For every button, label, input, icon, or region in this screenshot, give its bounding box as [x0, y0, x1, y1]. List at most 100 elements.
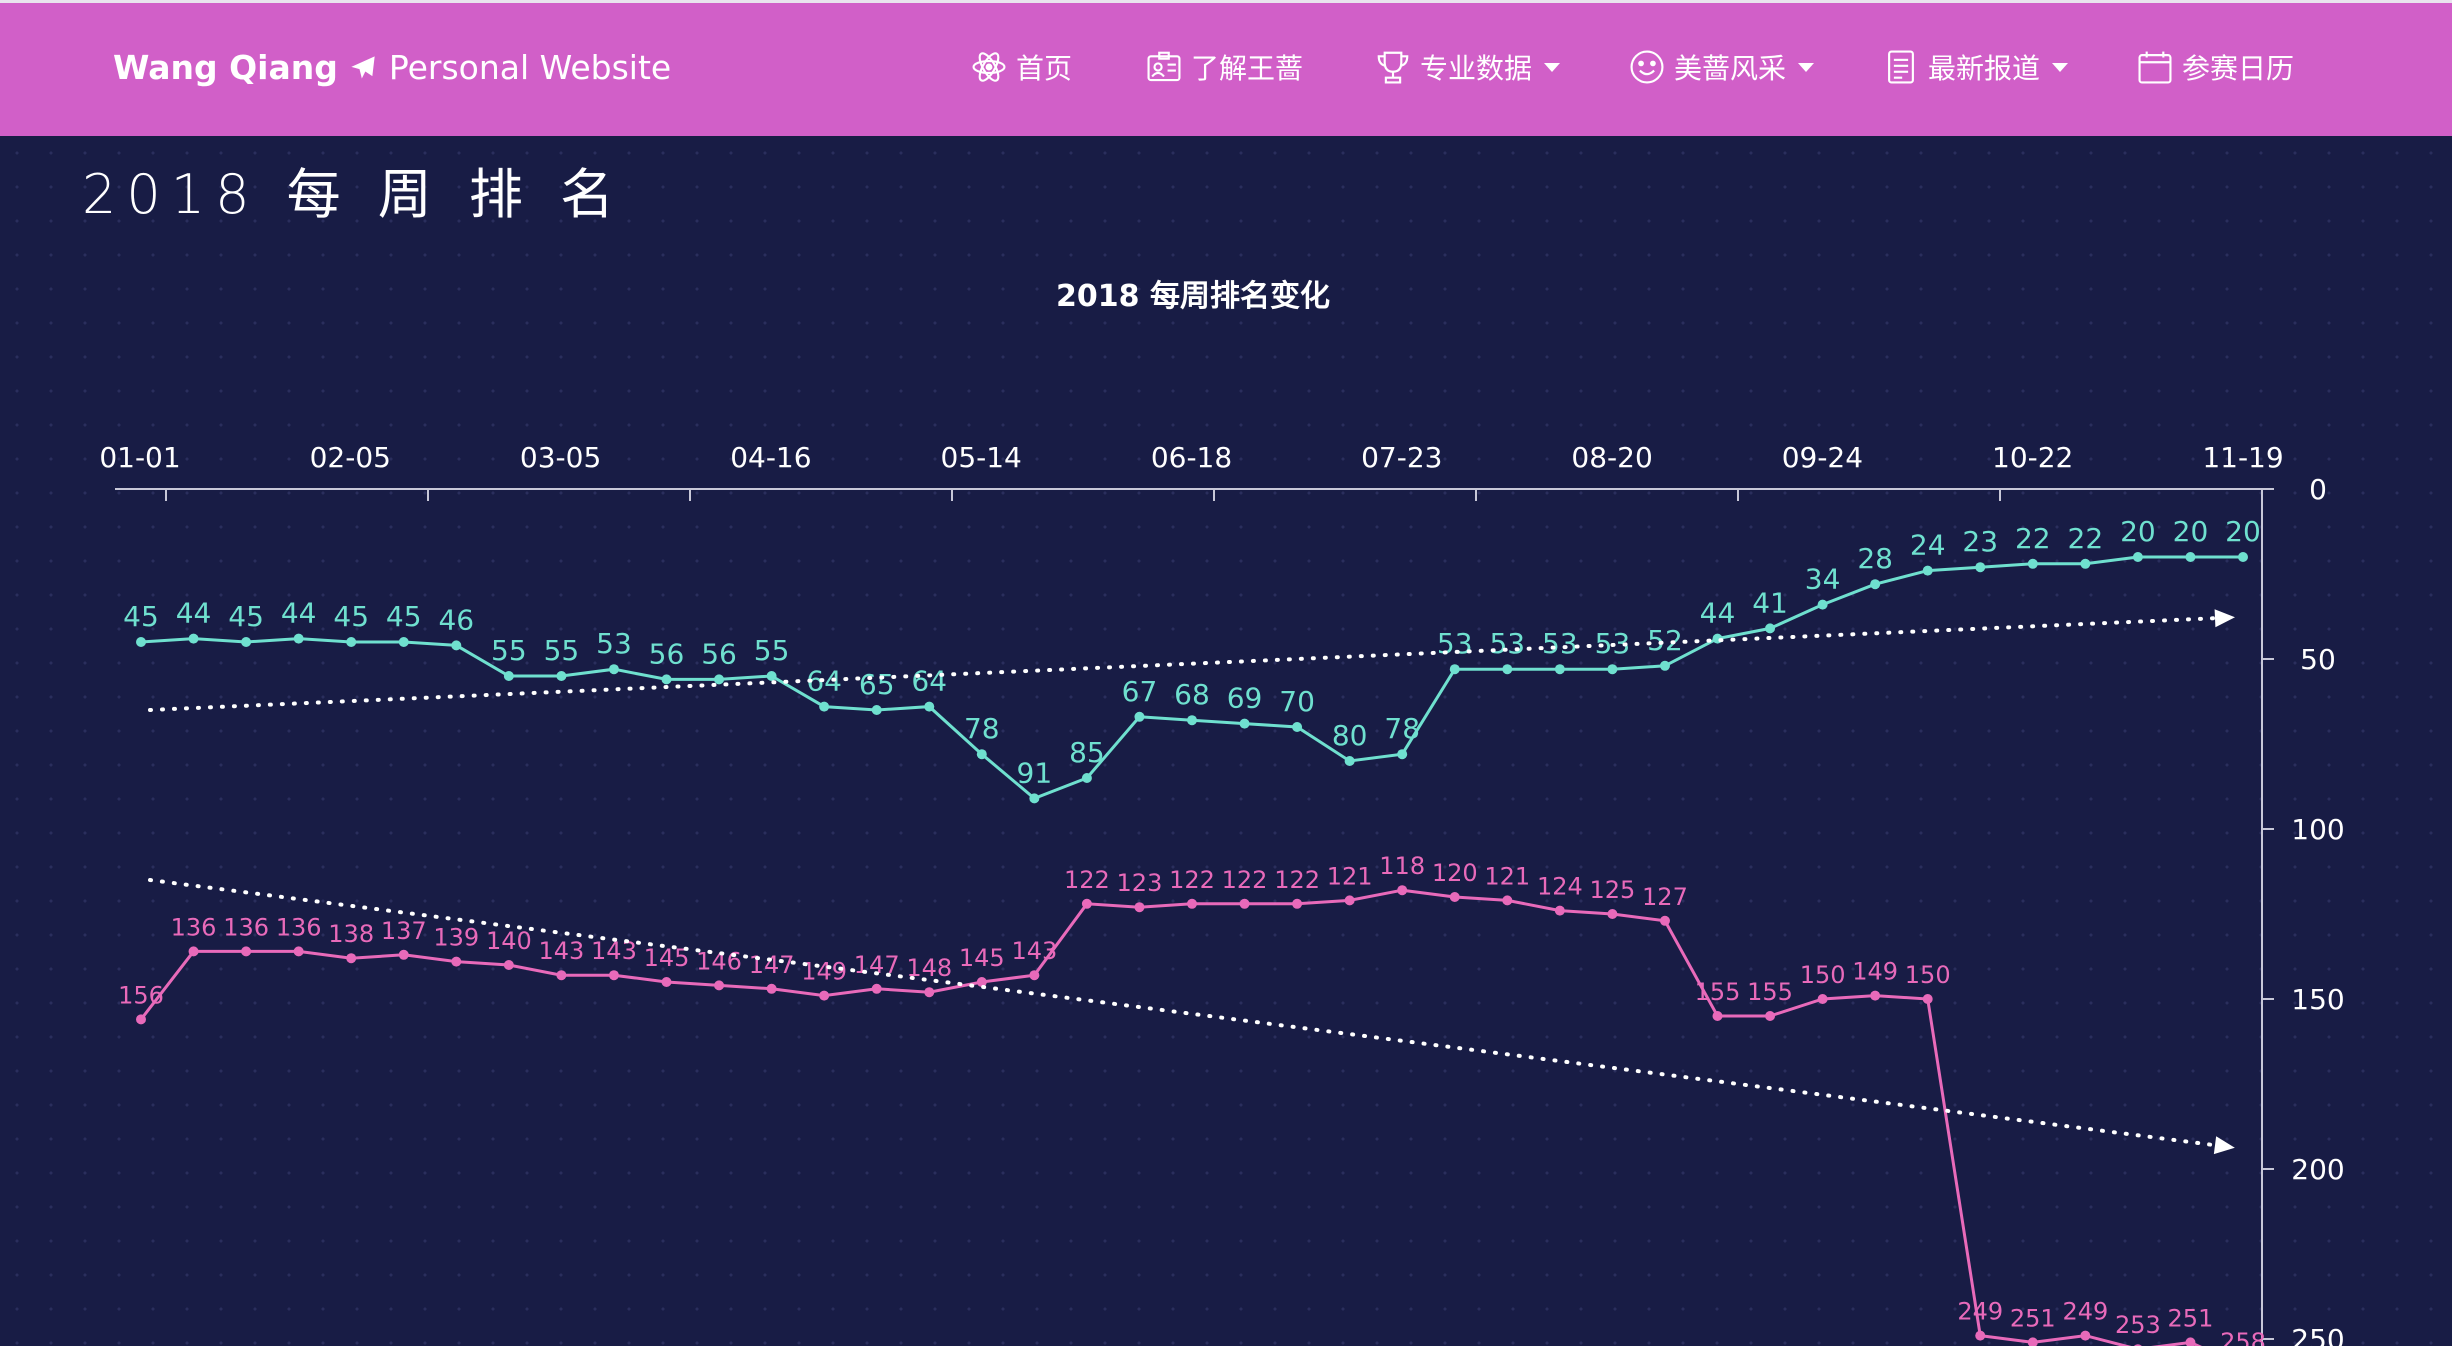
data-label: 41	[1752, 586, 1788, 619]
ranking-chart: 2018 每周排名变化 01-01 02-05 03-05 04-16 05-14 06-1…	[99, 279, 2345, 1346]
data-label: 121	[1327, 862, 1373, 890]
data-point	[2185, 1337, 2196, 1346]
data-point	[556, 671, 567, 681]
data-point	[1659, 660, 1670, 671]
data-label: 124	[1537, 873, 1583, 901]
data-label: 91	[1017, 756, 1053, 789]
data-label: 53	[1489, 627, 1525, 660]
data-point	[2027, 1337, 2038, 1346]
x-tick-label: 03-05	[520, 441, 601, 474]
data-point	[1765, 623, 1776, 634]
data-label: 253	[2115, 1311, 2161, 1339]
data-point	[1029, 793, 1040, 804]
data-label: 56	[701, 637, 737, 670]
data-label: 121	[1484, 862, 1530, 890]
data-point	[2185, 552, 2196, 562]
data-point	[346, 953, 357, 964]
trend-arrow-icon	[2213, 1136, 2235, 1155]
data-label: 143	[1011, 937, 1057, 965]
data-label: 149	[801, 958, 847, 986]
data-label: 122	[1274, 866, 1320, 894]
data-point	[766, 671, 777, 681]
data-point	[241, 946, 252, 957]
data-label: 69	[1227, 682, 1263, 715]
y-tick-label: 150	[2291, 983, 2344, 1016]
data-point	[2027, 558, 2038, 569]
data-label: 67	[1122, 675, 1158, 708]
data-label: 147	[749, 951, 795, 979]
data-point	[1659, 915, 1670, 926]
data-point	[1975, 562, 1986, 573]
trend-line	[148, 878, 2217, 1148]
data-label: 145	[959, 944, 1005, 972]
data-point	[503, 671, 514, 681]
data-label: 22	[2015, 522, 2051, 555]
data-point	[1502, 664, 1513, 675]
data-point	[608, 970, 619, 981]
y-tick-label: 250	[2291, 1323, 2344, 1346]
data-point	[2080, 558, 2091, 569]
data-point	[661, 674, 672, 685]
data-point	[1870, 579, 1881, 590]
data-label: 85	[1069, 736, 1105, 769]
data-label: 122	[1222, 866, 1268, 894]
data-label: 138	[328, 920, 374, 948]
data-point	[503, 960, 514, 970]
data-label: 24	[1910, 529, 1946, 562]
data-point	[188, 633, 199, 644]
data-label: 45	[228, 600, 264, 633]
data-label: 20	[2120, 515, 2156, 548]
data-point	[1397, 749, 1408, 760]
x-tick-label: 05-14	[941, 441, 1022, 474]
data-label: 146	[696, 947, 742, 975]
data-label: 149	[1852, 958, 1898, 986]
data-point	[1449, 664, 1460, 675]
data-point	[1081, 898, 1092, 909]
x-tick-label: 02-05	[310, 441, 391, 474]
data-label: 122	[1169, 866, 1215, 894]
data-point	[1239, 718, 1250, 729]
data-label: 136	[223, 913, 269, 941]
data-point	[714, 980, 725, 991]
data-label: 64	[911, 665, 947, 698]
data-point	[1607, 664, 1618, 675]
data-point	[1029, 970, 1040, 981]
data-point	[346, 637, 357, 647]
data-label: 45	[123, 600, 159, 633]
data-label: 139	[433, 924, 479, 952]
trend-arrow-icon	[2214, 609, 2235, 628]
data-label: 20	[2173, 515, 2209, 548]
data-label: 249	[2062, 1298, 2108, 1326]
data-label: 55	[491, 634, 527, 667]
data-label: 52	[1647, 624, 1683, 657]
data-point	[1292, 722, 1303, 732]
data-point	[1134, 711, 1145, 722]
data-label: 127	[1642, 883, 1688, 911]
data-point	[924, 987, 935, 998]
data-label: 155	[1695, 978, 1741, 1006]
data-point	[2080, 1330, 2091, 1341]
data-label: 80	[1332, 719, 1368, 752]
data-label: 55	[544, 634, 580, 667]
data-label: 23	[1962, 525, 1998, 558]
data-label: 20	[2225, 515, 2261, 548]
data-point	[924, 701, 935, 712]
data-point	[1344, 895, 1355, 906]
data-point	[1712, 1011, 1723, 1021]
data-point	[556, 970, 567, 981]
x-tick-label: 06-18	[1151, 441, 1232, 474]
data-label: 123	[1117, 869, 1163, 897]
data-label: 122	[1064, 866, 1110, 894]
data-point	[241, 637, 252, 647]
data-label: 45	[386, 600, 422, 633]
data-label: 53	[1542, 627, 1578, 660]
data-point	[976, 749, 987, 760]
data-point	[2238, 552, 2248, 562]
y-tick-label: 200	[2291, 1153, 2344, 1186]
data-label: 118	[1379, 852, 1425, 880]
data-label: 251	[2010, 1304, 2056, 1332]
data-label: 45	[333, 600, 369, 633]
data-point	[661, 977, 672, 987]
data-label: 68	[1174, 678, 1210, 711]
data-label: 249	[1957, 1298, 2003, 1326]
